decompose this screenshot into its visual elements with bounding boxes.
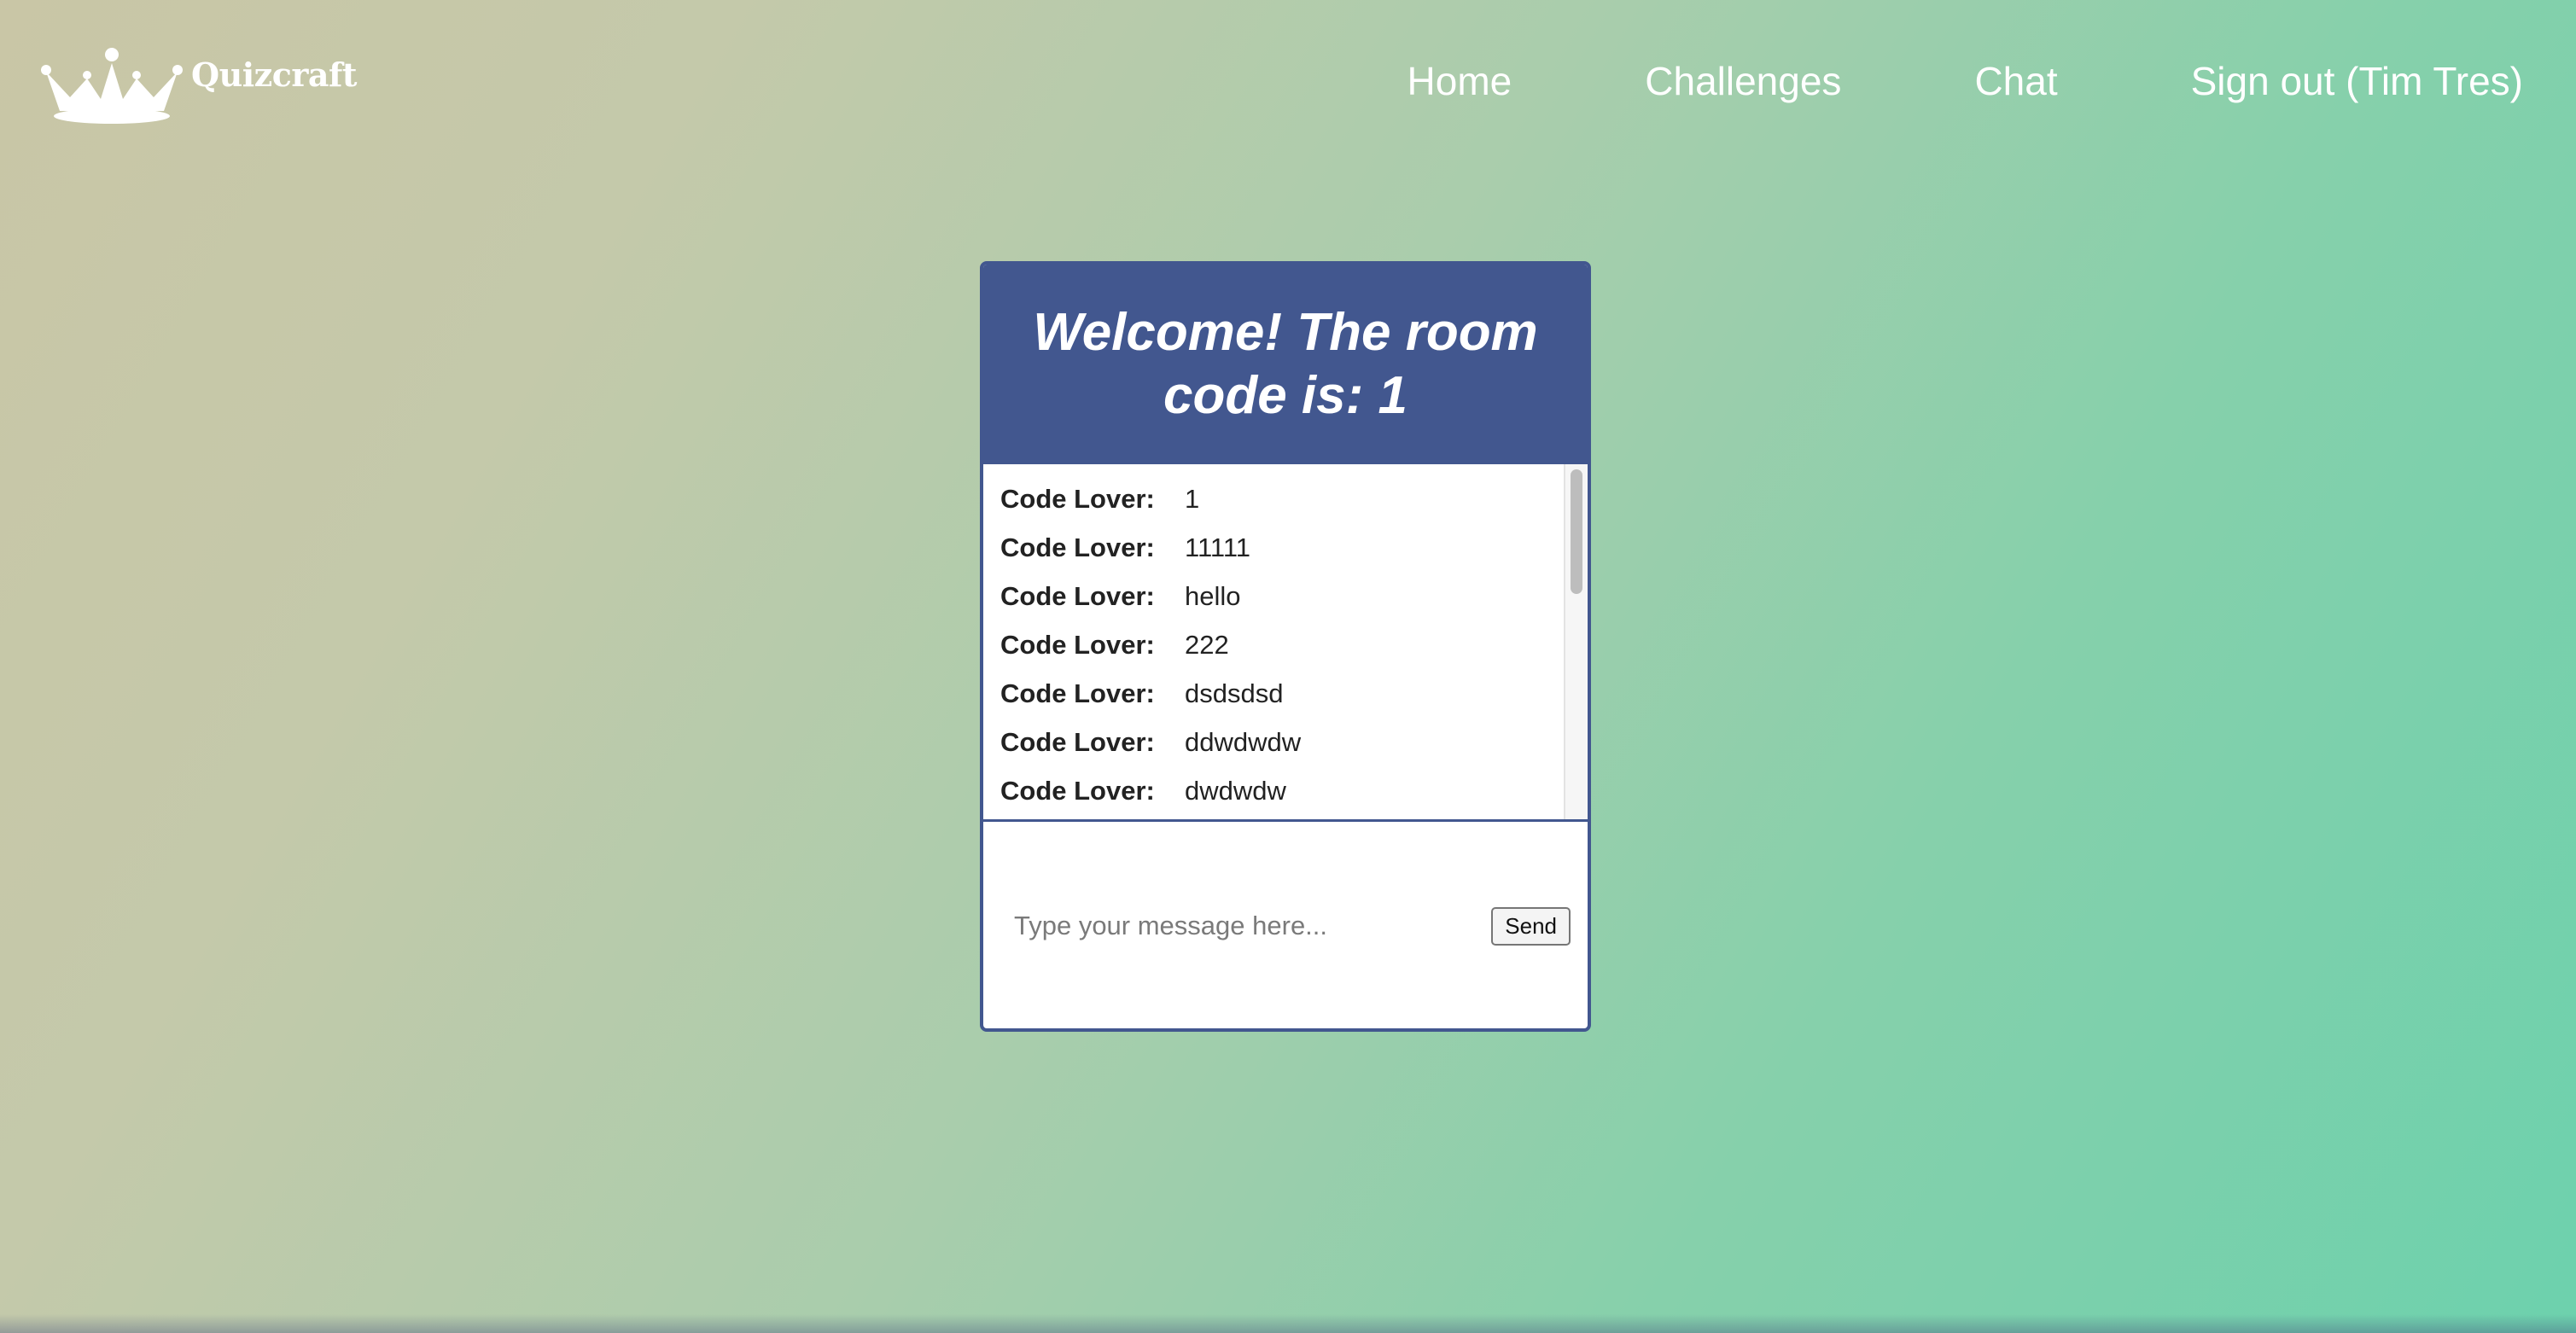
message-author: Code Lover: [1000,580,1155,611]
chat-room-card: Welcome! The room code is: 1 Code Lover:… [980,261,1591,1032]
bottom-edge-shadow [0,1314,2576,1333]
nav-sign-out[interactable]: Sign out (Tim Tres) [2191,58,2523,104]
message-list[interactable]: Code Lover: 1 Code Lover: 11111 Code Lov… [983,464,1588,822]
message-text: dwdwdw [1185,775,1286,806]
message-author: Code Lover: [1000,678,1155,708]
message-author: Code Lover: [1000,483,1155,514]
nav-challenges[interactable]: Challenges [1645,58,1841,104]
message-row: Code Lover: 1 [983,474,1588,523]
send-button[interactable]: Send [1491,906,1571,946]
message-row: Code Lover: dwdwdw [983,766,1588,815]
message-row: Code Lover: 11111 [983,523,1588,572]
message-author: Code Lover: [1000,775,1155,806]
message-list-scrollbar[interactable] [1564,464,1588,819]
main-nav: Home Challenges Chat Sign out (Tim Tres) [1407,58,2523,104]
brand-logo[interactable]: Quizcraft [36,43,357,126]
nav-chat[interactable]: Chat [1974,58,2057,104]
message-text: 11111 [1185,532,1251,562]
brand-name: Quizcraft [191,55,357,94]
message-author: Code Lover: [1000,532,1155,562]
message-author: Code Lover: [1000,726,1155,757]
message-text: 1 [1185,483,1200,514]
message-author: Code Lover: [1000,629,1155,660]
chat-header: Welcome! The room code is: 1 [983,265,1588,464]
message-composer: Send [983,822,1588,1028]
message-row: Code Lover: 222 [983,620,1588,669]
nav-home[interactable]: Home [1407,58,1512,104]
message-text: ddwdwdw [1185,726,1302,757]
message-row: Code Lover: ddwdwdw [983,718,1588,766]
message-text: dsdsdsd [1185,678,1284,708]
message-text: hello [1185,580,1241,611]
crown-icon [41,48,183,124]
message-row: Code Lover: dsdsdsd [983,669,1588,718]
message-input[interactable] [1014,911,1492,941]
message-text: 222 [1185,629,1229,660]
scrollbar-thumb[interactable] [1571,469,1582,594]
chat-room-title: Welcome! The room code is: 1 [1033,303,1538,425]
message-row: Code Lover: hello [983,572,1588,620]
